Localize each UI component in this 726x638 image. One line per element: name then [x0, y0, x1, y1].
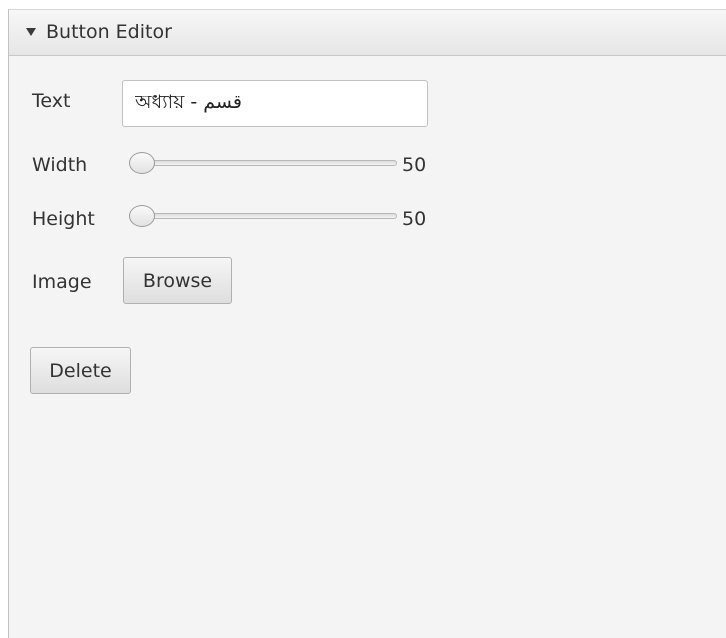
- delete-button[interactable]: Delete: [30, 347, 131, 394]
- panel-title: Button Editor: [46, 21, 172, 43]
- height-value: 50: [402, 208, 427, 230]
- height-slider-track[interactable]: [133, 213, 397, 219]
- panel-title-bar[interactable]: Button Editor: [9, 9, 726, 56]
- width-value: 50: [402, 154, 427, 176]
- text-label: Text: [32, 90, 71, 112]
- height-label: Height: [32, 208, 95, 230]
- browse-button[interactable]: Browse: [123, 257, 232, 304]
- collapse-arrow-icon[interactable]: [26, 28, 36, 36]
- text-input[interactable]: [122, 80, 428, 127]
- height-slider-thumb[interactable]: [129, 205, 155, 227]
- width-slider[interactable]: [129, 152, 397, 174]
- width-label: Width: [32, 154, 88, 176]
- width-slider-track[interactable]: [133, 160, 397, 166]
- button-editor-panel: Button Editor Text Width 50 Height 50 Im…: [8, 9, 726, 638]
- width-slider-thumb[interactable]: [129, 152, 155, 174]
- image-label: Image: [32, 271, 92, 293]
- height-slider[interactable]: [129, 205, 397, 227]
